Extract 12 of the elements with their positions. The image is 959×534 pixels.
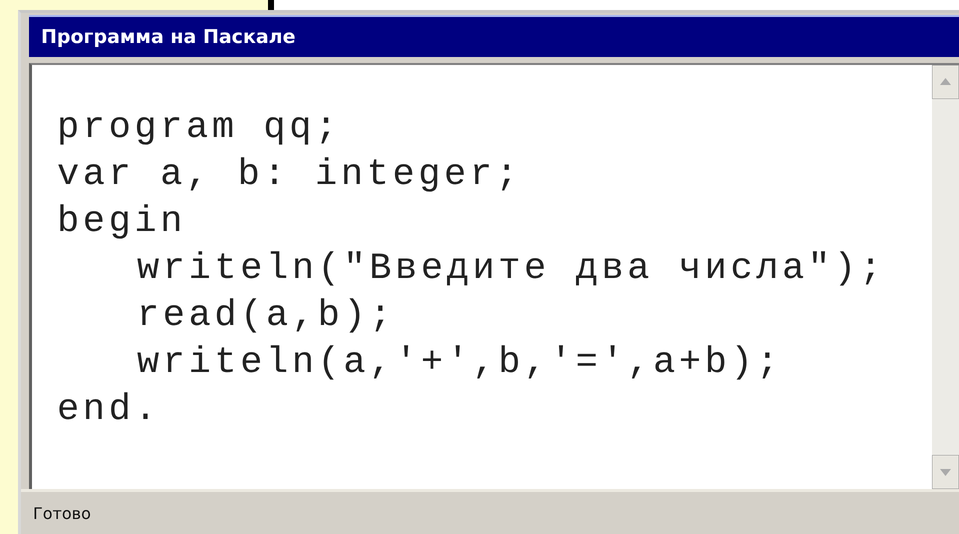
window-title: Программа на Паскале [29,15,959,57]
scrollbar[interactable] [932,65,959,489]
status-text: Готово [33,504,91,522]
code-line: end. [57,388,160,433]
scroll-up-icon[interactable] [932,65,959,99]
code-line: var a, b: integer; [57,153,522,198]
code-line: writeln("Введите два числа"); [136,247,886,292]
scroll-down-icon[interactable] [932,455,959,489]
code-line: writeln(a,'+',b,'=',a+b); [136,341,782,386]
code-line: program qq; [57,106,341,151]
code-line: read(a,b); [136,294,396,339]
code-line: begin [57,200,186,245]
